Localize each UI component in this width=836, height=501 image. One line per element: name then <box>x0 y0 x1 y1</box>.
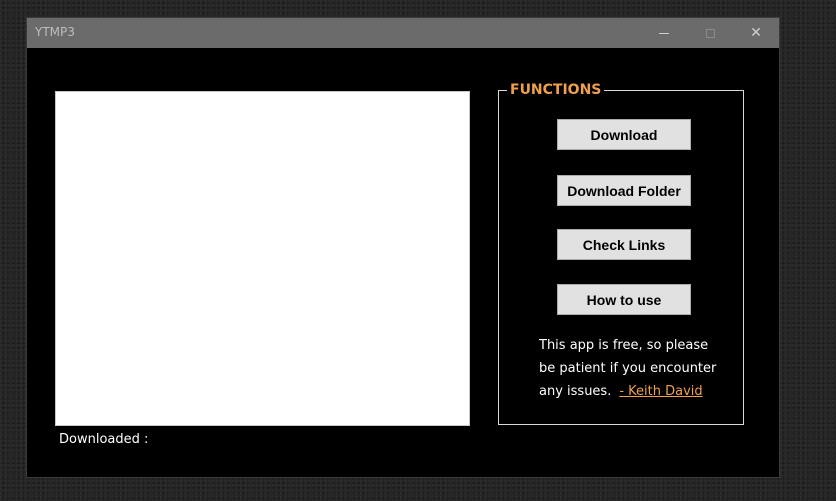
download-folder-button[interactable]: Download Folder <box>557 175 691 206</box>
title-bar[interactable]: YTMP3 ✕ <box>27 18 779 48</box>
how-to-use-button[interactable]: How to use <box>557 284 691 315</box>
check-links-button[interactable]: Check Links <box>557 229 691 260</box>
note-line-3: any issues. - Keith David <box>539 380 739 403</box>
note-line-3-text: any issues. <box>539 384 612 399</box>
maximize-icon <box>705 28 715 38</box>
download-button[interactable]: Download <box>557 119 691 150</box>
close-button[interactable]: ✕ <box>733 18 779 48</box>
downloaded-label: Downloaded : <box>59 432 149 447</box>
close-icon: ✕ <box>750 25 762 41</box>
app-window: YTMP3 ✕ Downloaded : FUNCTIONS Download … <box>27 18 779 477</box>
maximize-button[interactable] <box>687 18 733 48</box>
preview-panel <box>55 91 470 426</box>
minimize-icon <box>659 32 669 34</box>
note-line-1: This app is free, so please <box>539 338 709 353</box>
window-title: YTMP3 <box>35 25 75 39</box>
note-line-2: be patient if you encounter <box>539 361 717 376</box>
functions-group: FUNCTIONS Download Download Folder Check… <box>498 82 744 425</box>
minimize-button[interactable] <box>641 18 687 48</box>
info-note: This app is free, so please be patient i… <box>539 334 739 403</box>
functions-title: FUNCTIONS <box>507 82 605 98</box>
author-link[interactable]: - Keith David <box>619 384 702 399</box>
